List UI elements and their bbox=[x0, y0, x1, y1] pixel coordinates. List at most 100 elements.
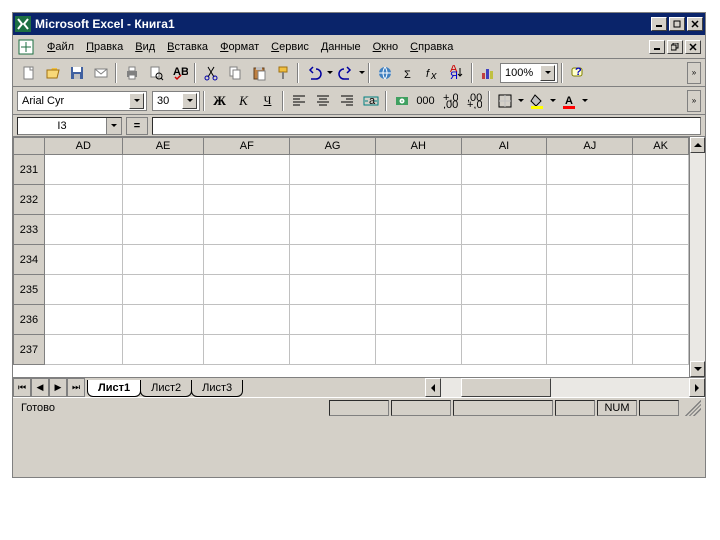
scroll-left-button[interactable] bbox=[425, 378, 441, 397]
tab-next-button[interactable]: ▶ bbox=[49, 378, 67, 397]
cell[interactable] bbox=[123, 245, 205, 275]
cell[interactable] bbox=[547, 335, 633, 365]
merge-center-button[interactable]: a bbox=[359, 90, 382, 112]
undo-dropdown[interactable] bbox=[326, 62, 333, 84]
fontsize-combo[interactable]: 30 bbox=[152, 91, 200, 111]
chevron-down-icon[interactable] bbox=[129, 93, 144, 109]
print-preview-button[interactable] bbox=[144, 62, 167, 84]
font-combo[interactable]: Arial Cyr bbox=[17, 91, 147, 111]
cell[interactable] bbox=[290, 335, 376, 365]
italic-button[interactable]: К bbox=[232, 90, 255, 112]
menu-вид[interactable]: Вид bbox=[129, 38, 161, 56]
chevron-down-icon[interactable] bbox=[540, 65, 555, 81]
cell[interactable] bbox=[376, 335, 462, 365]
cell[interactable] bbox=[45, 245, 123, 275]
cell[interactable] bbox=[633, 275, 689, 305]
font-color-dropdown[interactable] bbox=[581, 90, 588, 112]
cell[interactable] bbox=[45, 275, 123, 305]
cell[interactable] bbox=[376, 155, 462, 185]
cell[interactable] bbox=[204, 185, 290, 215]
redo-button[interactable] bbox=[334, 62, 357, 84]
cell[interactable] bbox=[204, 245, 290, 275]
cell[interactable] bbox=[547, 185, 633, 215]
cell[interactable] bbox=[462, 215, 548, 245]
cell[interactable] bbox=[376, 215, 462, 245]
scroll-up-button[interactable] bbox=[690, 137, 705, 153]
open-button[interactable] bbox=[41, 62, 64, 84]
cell[interactable] bbox=[376, 275, 462, 305]
cell[interactable] bbox=[123, 185, 205, 215]
cell[interactable] bbox=[204, 275, 290, 305]
resize-grip[interactable] bbox=[685, 400, 701, 416]
cell[interactable] bbox=[45, 185, 123, 215]
cell[interactable] bbox=[547, 275, 633, 305]
chart-button[interactable] bbox=[476, 62, 499, 84]
cell[interactable] bbox=[123, 215, 205, 245]
new-button[interactable] bbox=[17, 62, 40, 84]
cell[interactable] bbox=[462, 305, 548, 335]
align-right-button[interactable] bbox=[335, 90, 358, 112]
row-header[interactable]: 235 bbox=[13, 275, 45, 305]
print-button[interactable] bbox=[120, 62, 143, 84]
cell[interactable] bbox=[547, 215, 633, 245]
row-header[interactable]: 237 bbox=[13, 335, 45, 365]
sheet-tab[interactable]: Лист1 bbox=[87, 380, 141, 397]
underline-button[interactable]: Ч bbox=[256, 90, 279, 112]
column-header[interactable]: AE bbox=[123, 137, 205, 155]
menu-окно[interactable]: Окно bbox=[367, 38, 405, 56]
column-header[interactable]: AJ bbox=[547, 137, 633, 155]
cut-button[interactable] bbox=[199, 62, 222, 84]
cell[interactable] bbox=[123, 275, 205, 305]
cell[interactable] bbox=[547, 305, 633, 335]
cell[interactable] bbox=[45, 335, 123, 365]
scroll-right-button[interactable] bbox=[689, 378, 705, 397]
decrease-decimal-button[interactable]: ,00+,0 bbox=[462, 90, 485, 112]
scrollbar-track[interactable] bbox=[690, 153, 705, 361]
maximize-button[interactable] bbox=[669, 17, 685, 31]
scrollbar-thumb[interactable] bbox=[461, 378, 551, 397]
increase-decimal-button[interactable]: +,0,00 bbox=[438, 90, 461, 112]
bold-button[interactable]: Ж bbox=[208, 90, 231, 112]
cell[interactable] bbox=[290, 185, 376, 215]
column-header[interactable]: AG bbox=[290, 137, 376, 155]
cell[interactable] bbox=[633, 245, 689, 275]
cell[interactable] bbox=[45, 155, 123, 185]
sort-asc-button[interactable]: АЯ bbox=[445, 62, 468, 84]
mdi-close-button[interactable] bbox=[685, 40, 701, 54]
currency-button[interactable] bbox=[390, 90, 413, 112]
cell[interactable] bbox=[633, 185, 689, 215]
paste-button[interactable] bbox=[247, 62, 270, 84]
cell[interactable] bbox=[290, 275, 376, 305]
cell[interactable] bbox=[633, 155, 689, 185]
cell[interactable] bbox=[290, 215, 376, 245]
cell[interactable] bbox=[45, 215, 123, 245]
tab-first-button[interactable]: ⏮ bbox=[13, 378, 31, 397]
column-header[interactable]: AI bbox=[462, 137, 548, 155]
cell[interactable] bbox=[462, 155, 548, 185]
format-painter-button[interactable] bbox=[271, 62, 294, 84]
menu-сервис[interactable]: Сервис bbox=[265, 38, 315, 56]
help-button[interactable]: ? bbox=[566, 62, 589, 84]
menu-данные[interactable]: Данные bbox=[315, 38, 367, 56]
undo-button[interactable] bbox=[302, 62, 325, 84]
cell[interactable] bbox=[633, 305, 689, 335]
row-header[interactable]: 233 bbox=[13, 215, 45, 245]
autosum-button[interactable]: Σ bbox=[397, 62, 420, 84]
horizontal-scrollbar[interactable] bbox=[425, 378, 705, 397]
close-button[interactable] bbox=[687, 17, 703, 31]
redo-dropdown[interactable] bbox=[358, 62, 365, 84]
cell[interactable] bbox=[376, 185, 462, 215]
mdi-restore-button[interactable] bbox=[667, 40, 683, 54]
sheet-tab[interactable]: Лист2 bbox=[140, 380, 192, 397]
function-button[interactable]: fx bbox=[421, 62, 444, 84]
cell[interactable] bbox=[633, 215, 689, 245]
scrollbar-track[interactable] bbox=[441, 378, 689, 397]
align-center-button[interactable] bbox=[311, 90, 334, 112]
column-header[interactable]: AK bbox=[633, 137, 689, 155]
column-header[interactable]: AH bbox=[376, 137, 462, 155]
chevron-down-icon[interactable] bbox=[182, 93, 197, 109]
row-header[interactable]: 232 bbox=[13, 185, 45, 215]
vertical-scrollbar[interactable] bbox=[689, 137, 705, 377]
column-header[interactable]: AF bbox=[204, 137, 290, 155]
cell[interactable] bbox=[547, 155, 633, 185]
